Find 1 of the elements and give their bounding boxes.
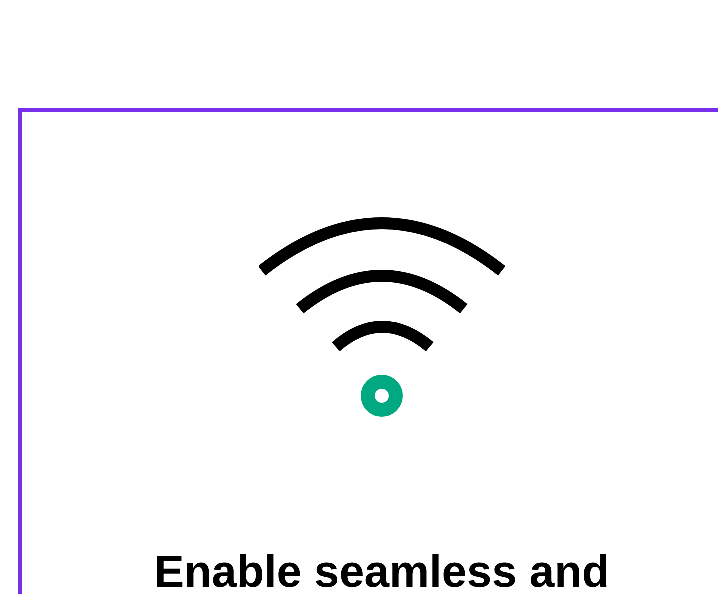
card-heading: Enable seamless and <box>154 546 610 594</box>
